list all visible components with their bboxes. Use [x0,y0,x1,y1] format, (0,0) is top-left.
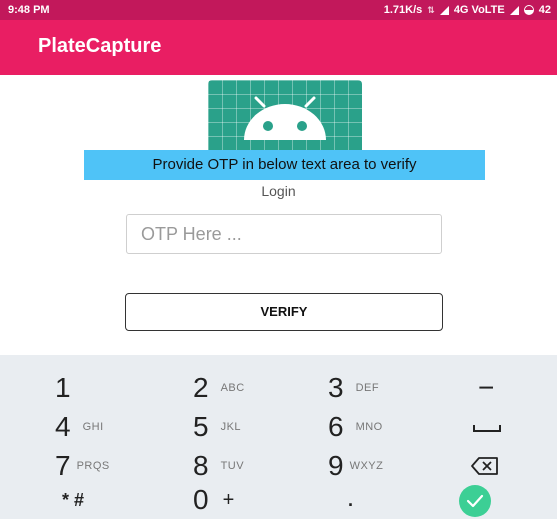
key-5-digit: 5 [193,411,209,442]
key-6-letters: MNO [355,421,383,433]
key-8-letters: TUV [220,460,245,472]
android-head-icon [244,96,326,140]
key-4-digit: 4 [55,411,71,442]
period-label: . [348,489,354,510]
key-5[interactable]: 5 JKL [193,408,241,446]
key-8[interactable]: 8 TUV [193,447,244,485]
minus-icon: − [478,372,495,403]
key-9-digit: 9 [328,450,344,481]
key-space[interactable] [472,408,502,446]
backspace-icon [471,457,498,475]
key-0-digit: 0 [193,484,209,515]
signal-icon-2 [509,5,519,15]
key-3-digit: 3 [328,372,344,403]
space-icon [473,425,501,432]
key-2-digit: 2 [193,372,209,403]
status-indicators: 1.71K/s ⇅ 4G VoLTE 42 [384,4,551,16]
signal-icon [439,5,449,15]
android-logo [208,80,362,156]
key-4-letters: GHI [82,421,104,433]
key-0[interactable]: 0 + [193,481,234,519]
checkmark-icon [466,494,484,508]
verify-button[interactable]: VERIFY [125,293,443,331]
numeric-keypad: 1 2 ABC 3 DEF − 4 GHI 5 JKL 6 MNO 7 PRQS… [0,355,557,519]
key-period[interactable]: . [348,481,353,519]
key-5-letters: JKL [220,421,242,433]
battery-level: 42 [538,4,551,16]
otp-input[interactable] [126,214,442,254]
status-time: 9:48 PM [8,4,50,16]
key-9[interactable]: 9 WXYZ [328,447,383,485]
key-2[interactable]: 2 ABC [193,369,245,407]
phone-screen: 9:48 PM 1.71K/s ⇅ 4G VoLTE 42 PlateCaptu… [0,0,557,519]
network-type: 4G VoLTE [453,4,505,16]
network-speed: 1.71K/s [383,4,423,16]
star-hash-label: * # [62,489,85,510]
key-7[interactable]: 7 PRQS [55,447,110,485]
key-2-letters: ABC [220,382,245,394]
status-bar: 9:48 PM 1.71K/s ⇅ 4G VoLTE 42 [0,0,557,20]
login-label: Login [261,183,296,199]
key-backspace[interactable] [470,447,500,485]
key-6[interactable]: 6 MNO [328,408,383,446]
key-9-letters: WXYZ [349,460,384,472]
key-7-letters: PRQS [76,460,110,472]
app-title: PlateCapture [38,35,162,57]
key-4[interactable]: 4 GHI [55,408,104,446]
key-1-digit: 1 [55,372,71,403]
data-arrows-icon: ⇅ [427,4,435,15]
battery-icon [523,5,534,15]
key-3-letters: DEF [355,382,380,394]
otp-toast-message: Provide OTP in below text area to verify [84,150,485,180]
key-1[interactable]: 1 [55,369,71,407]
key-6-digit: 6 [328,411,344,442]
key-minus[interactable]: − [478,369,494,407]
key-8-digit: 8 [193,450,209,481]
key-star-hash[interactable]: * # [62,481,84,519]
app-bar: PlateCapture [0,20,557,75]
key-3[interactable]: 3 DEF [328,369,379,407]
key-7-digit: 7 [55,450,71,481]
done-button[interactable] [459,485,491,517]
key-0-plus: + [222,488,235,511]
